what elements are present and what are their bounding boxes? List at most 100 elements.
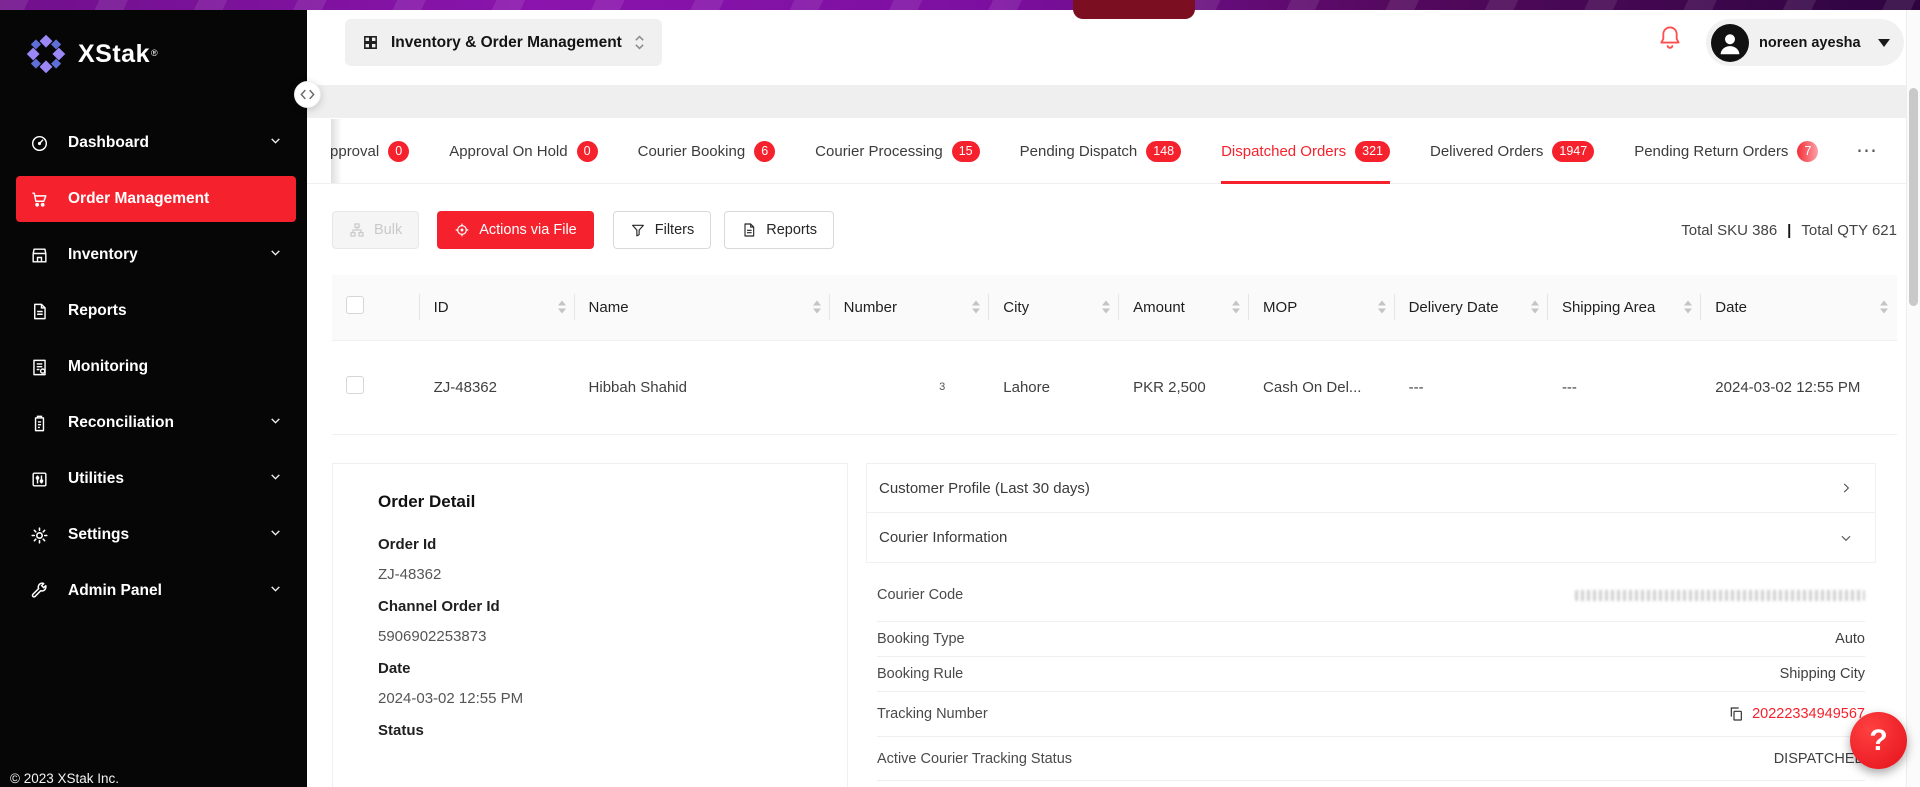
cell-delivery-date: --- [1395, 340, 1548, 434]
sort-icon[interactable] [972, 301, 980, 314]
user-menu[interactable]: noreen ayesha [1706, 19, 1904, 66]
col-delivery-date[interactable]: Delivery Date [1395, 275, 1548, 340]
cell-city: Lahore [989, 340, 1119, 434]
user-name: noreen ayesha [1759, 35, 1861, 51]
chevron-left-icon [300, 89, 307, 100]
actions-via-file-button[interactable]: Actions via File [437, 211, 594, 249]
tab-pending-return-orders[interactable]: Pending Return Orders 7 [1634, 118, 1818, 184]
courier-information-section[interactable]: Courier Information [866, 512, 1876, 563]
select-updown-icon [634, 34, 645, 51]
col-label: Name [589, 299, 629, 316]
user-icon [1715, 28, 1745, 58]
help-button[interactable]: ? [1850, 712, 1907, 769]
tab-pending-dispatch[interactable]: Pending Dispatch 148 [1020, 118, 1181, 184]
page-scrollbar [1906, 10, 1920, 787]
cell-number: 3 [830, 340, 990, 434]
order-id-value: ZJ-48362 [378, 566, 827, 583]
tracking-number-link[interactable]: 20222334949567 [1752, 706, 1865, 722]
courier-information-rows: Courier Code Booking Type Auto Booking R… [877, 569, 1865, 781]
courier-code-label: Courier Code [877, 587, 963, 603]
chevron-down-icon [269, 470, 282, 488]
sort-icon[interactable] [1232, 301, 1240, 314]
wrench-icon [30, 582, 49, 601]
brand-strip-streaks [0, 0, 1920, 10]
channel-order-id-label: Channel Order Id [378, 598, 827, 615]
cart-icon [30, 190, 49, 209]
copy-icon[interactable] [1728, 706, 1744, 722]
logo[interactable]: XStak® [0, 10, 307, 76]
app-selector[interactable]: Inventory & Order Management [345, 19, 662, 66]
order-status-label: Status [378, 722, 827, 739]
tab-label: Pending Return Orders [1634, 143, 1788, 160]
header-divider-band [307, 85, 1906, 118]
sort-icon[interactable] [813, 301, 821, 314]
tabs-overflow-button[interactable]: ⋯ [1856, 138, 1878, 163]
sidebar-item-dashboard[interactable]: Dashboard [16, 120, 296, 166]
sort-icon[interactable] [1378, 301, 1386, 314]
row-checkbox[interactable] [346, 376, 364, 394]
chevron-down-icon [269, 414, 282, 432]
sidebar: XStak® Dashboard Order Management Invent… [0, 10, 307, 787]
sidebar-collapse-toggle[interactable] [294, 81, 321, 108]
bulk-button[interactable]: Bulk [332, 211, 419, 249]
cell-shipping-area: --- [1548, 340, 1701, 434]
funnel-icon [630, 222, 646, 238]
booking-rule-value: Shipping City [1780, 666, 1865, 682]
sort-icon[interactable] [1684, 301, 1692, 314]
reports-button[interactable]: Reports [724, 211, 834, 249]
tabs-scroll-shadow [331, 119, 342, 183]
order-detail-title: Order Detail [378, 492, 827, 512]
active-tracking-status-value: DISPATCHED [1774, 751, 1865, 767]
sidebar-item-order-management[interactable]: Order Management [16, 176, 296, 222]
col-shipping-area[interactable]: Shipping Area [1548, 275, 1701, 340]
active-tracking-status-row: Active Courier Tracking Status DISPATCHE… [877, 737, 1865, 781]
col-city[interactable]: City [989, 275, 1119, 340]
col-number[interactable]: Number [830, 275, 990, 340]
filters-button[interactable]: Filters [613, 211, 711, 249]
col-mop[interactable]: MOP [1249, 275, 1395, 340]
order-date-value: 2024-03-02 12:55 PM [378, 690, 827, 707]
tabs-right-fade [1795, 119, 1848, 183]
total-qty: Total QTY 621 [1801, 222, 1897, 239]
sort-icon[interactable] [1102, 301, 1110, 314]
notifications-bell[interactable] [1657, 24, 1687, 54]
scrollbar-thumb[interactable] [1909, 88, 1918, 306]
sidebar-item-reports[interactable]: Reports [16, 288, 296, 334]
sidebar-item-utilities[interactable]: Utilities [16, 456, 296, 502]
app-root: XStak® Dashboard Order Management Invent… [0, 0, 1920, 787]
tab-delivered-orders[interactable]: Delivered Orders 1947 [1430, 118, 1594, 184]
tab-approval-on-hold[interactable]: Approval On Hold 0 [449, 118, 597, 184]
sidebar-item-monitoring[interactable]: Monitoring [16, 344, 296, 390]
cell-id: ZJ-48362 [420, 340, 575, 434]
cell-mop: Cash On Del... [1249, 340, 1395, 434]
chevron-down-icon [1839, 531, 1853, 545]
tab-approval[interactable]: Approval 0 [331, 118, 409, 184]
col-amount[interactable]: Amount [1119, 275, 1249, 340]
cell-date: 2024-03-02 12:55 PM [1701, 340, 1897, 434]
col-name[interactable]: Name [575, 275, 830, 340]
select-all-checkbox[interactable] [346, 296, 364, 314]
sidebar-item-inventory[interactable]: Inventory [16, 232, 296, 278]
table-row[interactable]: ZJ-48362 Hibbah Shahid 3 Lahore PKR 2,50… [332, 340, 1897, 434]
chevron-down-icon [269, 582, 282, 600]
tab-label: Pending Dispatch [1020, 143, 1138, 160]
sidebar-item-label: Reports [68, 302, 127, 320]
tab-courier-booking[interactable]: Courier Booking 6 [638, 118, 776, 184]
totals-divider: | [1787, 222, 1791, 239]
sidebar-item-settings[interactable]: Settings [16, 512, 296, 558]
sidebar-item-label: Dashboard [68, 134, 149, 152]
tab-dispatched-orders[interactable]: Dispatched Orders 321 [1221, 118, 1390, 184]
col-label: Date [1715, 299, 1747, 316]
customer-profile-section[interactable]: Customer Profile (Last 30 days) [866, 463, 1876, 513]
sidebar-item-reconciliation[interactable]: Reconciliation [16, 400, 296, 446]
tab-label: Courier Booking [638, 143, 746, 160]
store-icon [30, 246, 49, 265]
sort-icon[interactable] [558, 301, 566, 314]
sort-icon[interactable] [1880, 301, 1888, 314]
sort-icon[interactable] [1531, 301, 1539, 314]
sidebar-item-admin-panel[interactable]: Admin Panel [16, 568, 296, 614]
tab-courier-processing[interactable]: Courier Processing 15 [815, 118, 979, 184]
col-id[interactable]: ID [420, 275, 575, 340]
total-sku: Total SKU 386 [1681, 222, 1777, 239]
col-date[interactable]: Date [1701, 275, 1897, 340]
